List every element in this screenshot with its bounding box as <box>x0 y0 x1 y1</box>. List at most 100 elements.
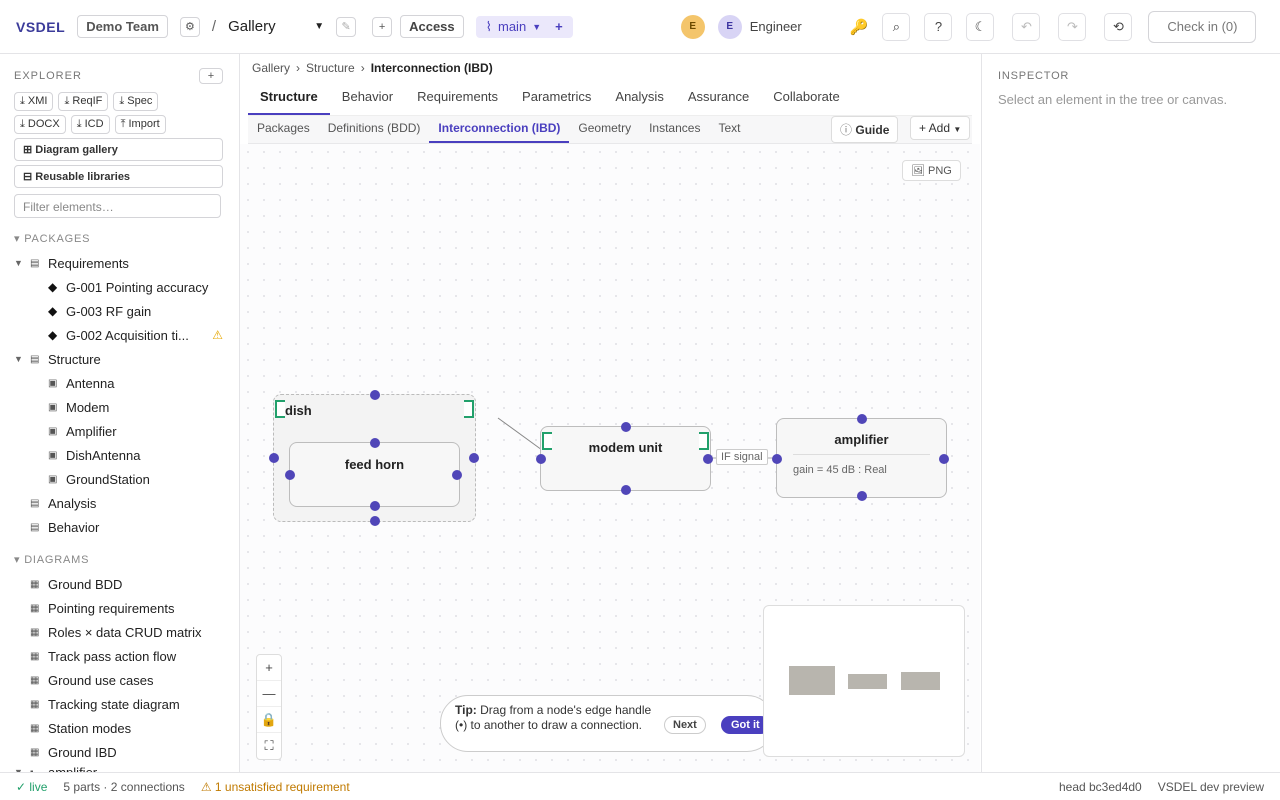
tree-item-cut[interactable]: ▼ ▪ amplifier <box>14 764 223 773</box>
diagram-canvas[interactable]: 🖼 PNG dish feed horn modem unit IF signa… <box>240 144 980 772</box>
guide-button[interactable]: ⓘ Guide <box>831 116 899 143</box>
diagram-item[interactable]: ▦ Ground use cases <box>14 668 223 692</box>
subtab-bdd[interactable]: Definitions (BDD) <box>319 116 430 143</box>
tree-item-block[interactable]: ▣ GroundStation <box>14 467 223 491</box>
search-icon[interactable]: ⌕ <box>882 12 911 41</box>
tree-item-req[interactable]: ◆ G-001 Pointing accuracy <box>14 275 223 299</box>
diagram-item[interactable]: ▦ Ground IBD <box>14 740 223 764</box>
lock-icon[interactable]: 🔒 <box>257 707 281 733</box>
edge-handle[interactable] <box>621 485 631 495</box>
add-project-icon[interactable]: + <box>372 16 393 37</box>
breadcrumb-item[interactable]: Structure <box>306 61 355 75</box>
node-feed-horn[interactable]: feed horn <box>285 438 462 511</box>
expand-caret-icon[interactable]: ▼ <box>14 354 30 364</box>
team-settings-icon[interactable]: ⚙ <box>179 16 200 37</box>
port[interactable] <box>464 400 474 418</box>
expand-caret-icon[interactable]: ▼ <box>14 258 30 268</box>
diagram-item[interactable]: ▦ Roles × data CRUD matrix <box>14 620 223 644</box>
node-amplifier[interactable]: amplifier gain = 45 dB : Real <box>772 414 949 501</box>
team-button[interactable]: Demo Team <box>77 15 168 38</box>
subtab-geometry[interactable]: Geometry <box>569 116 640 143</box>
export-icd-button[interactable]: ⤓ ICD <box>70 115 110 134</box>
tree-item-block[interactable]: ▣ Antenna <box>14 371 223 395</box>
subtab-instances[interactable]: Instances <box>640 116 709 143</box>
node-dish[interactable]: dish feed horn <box>269 390 479 526</box>
zoom-in-icon[interactable]: + <box>257 655 281 681</box>
tree-item-requirements[interactable]: ▼ ▤ Requirements <box>14 251 223 275</box>
filter-input[interactable]: Filter elements… <box>14 194 221 218</box>
help-icon[interactable]: ? <box>924 12 953 41</box>
subtab-packages[interactable]: Packages <box>248 116 319 143</box>
diagram-gallery-button[interactable]: ⊞ Diagram gallery <box>14 138 223 161</box>
zoom-out-icon[interactable]: — <box>257 681 281 707</box>
tree-item-req[interactable]: ◆ G-002 Acquisition ti... ⚠ <box>14 323 223 347</box>
edge-handle[interactable] <box>772 454 782 464</box>
port[interactable] <box>699 432 709 450</box>
tab-structure[interactable]: Structure <box>248 82 330 115</box>
edge-handle[interactable] <box>269 453 279 463</box>
tab-assurance[interactable]: Assurance <box>676 82 761 115</box>
edge-handle[interactable] <box>469 453 479 463</box>
tree-item-block[interactable]: ▣ DishAntenna <box>14 443 223 467</box>
tree-item-analysis[interactable]: ▤ Analysis <box>14 491 223 515</box>
export-reqif-button[interactable]: ⤓ ReqIF <box>58 92 109 111</box>
branch-select[interactable]: ⌇ main ▼ + <box>475 15 573 38</box>
export-docx-button[interactable]: ⤓ DOCX <box>14 115 66 134</box>
subtab-ibd[interactable]: Interconnection (IBD) <box>429 116 570 143</box>
add-element-icon[interactable]: + <box>199 68 223 84</box>
tab-collaborate[interactable]: Collaborate <box>761 82 852 115</box>
history-icon[interactable]: ⟲ <box>1104 12 1133 41</box>
edge-handle[interactable] <box>536 454 546 464</box>
tree-item-block[interactable]: ▣ Amplifier <box>14 419 223 443</box>
add-branch-icon[interactable]: + <box>555 19 563 34</box>
avatar[interactable]: E <box>680 14 705 39</box>
edge-handle[interactable] <box>370 438 380 448</box>
breadcrumb-item[interactable]: Gallery <box>252 61 290 75</box>
minimap[interactable] <box>763 605 965 757</box>
project-select[interactable]: Gallery ▼ <box>228 18 324 35</box>
tab-behavior[interactable]: Behavior <box>330 82 405 115</box>
undo-icon[interactable]: ↶ <box>1012 12 1041 41</box>
diagram-item[interactable]: ▦ Track pass action flow <box>14 644 223 668</box>
tree-item-behavior[interactable]: ▤ Behavior <box>14 515 223 539</box>
packages-section[interactable]: ▾ PACKAGES <box>14 232 223 245</box>
edge-handle[interactable] <box>370 501 380 511</box>
edge-handle[interactable] <box>703 454 713 464</box>
edge-handle[interactable] <box>857 414 867 424</box>
export-spec-button[interactable]: ⤓ Spec <box>113 92 159 111</box>
edge-handle[interactable] <box>939 454 949 464</box>
tab-analysis[interactable]: Analysis <box>603 82 675 115</box>
edge-handle[interactable] <box>370 516 380 526</box>
port[interactable] <box>275 400 285 418</box>
tip-next-button[interactable]: Next <box>664 716 706 734</box>
edge-handle[interactable] <box>857 491 867 501</box>
diagram-item[interactable]: ▦ Pointing requirements <box>14 596 223 620</box>
connector-label[interactable]: IF signal <box>716 449 768 465</box>
diagrams-section[interactable]: ▾ DIAGRAMS <box>14 553 223 566</box>
add-button[interactable]: + Add ▼ <box>910 116 971 140</box>
tree-item-structure[interactable]: ▼ ▤ Structure <box>14 347 223 371</box>
diagram-item[interactable]: ▦ Ground BDD <box>14 572 223 596</box>
diagram-item[interactable]: ▦ Tracking state diagram <box>14 692 223 716</box>
node-modem-unit[interactable]: modem unit <box>536 422 713 495</box>
edge-handle[interactable] <box>452 470 462 480</box>
theme-toggle-icon[interactable]: ☾ <box>966 12 995 41</box>
access-button[interactable]: Access <box>400 15 464 38</box>
export-xmi-button[interactable]: ⤓ XMI <box>14 92 54 111</box>
key-icon[interactable]: 🔑 <box>850 18 869 36</box>
fit-view-icon[interactable]: ⛶ <box>257 733 281 759</box>
redo-icon[interactable]: ↷ <box>1058 12 1087 41</box>
tree-item-block[interactable]: ▣ Modem <box>14 395 223 419</box>
port[interactable] <box>542 432 552 450</box>
edge-handle[interactable] <box>285 470 295 480</box>
brand-logo[interactable]: VSDEL <box>16 19 65 35</box>
avatar[interactable]: E <box>717 14 742 39</box>
diagram-item[interactable]: ▦ Station modes <box>14 716 223 740</box>
unsatisfied-link[interactable]: ⚠ 1 unsatisfied requirement <box>201 780 350 794</box>
reusable-libraries-button[interactable]: ⊟ Reusable libraries <box>14 165 223 188</box>
tab-requirements[interactable]: Requirements <box>405 82 510 115</box>
check-in-button[interactable]: Check in (0) <box>1148 10 1257 43</box>
subtab-text[interactable]: Text <box>709 116 749 143</box>
tree-item-req[interactable]: ◆ G-003 RF gain <box>14 299 223 323</box>
rename-icon[interactable]: ✎ <box>336 16 357 37</box>
